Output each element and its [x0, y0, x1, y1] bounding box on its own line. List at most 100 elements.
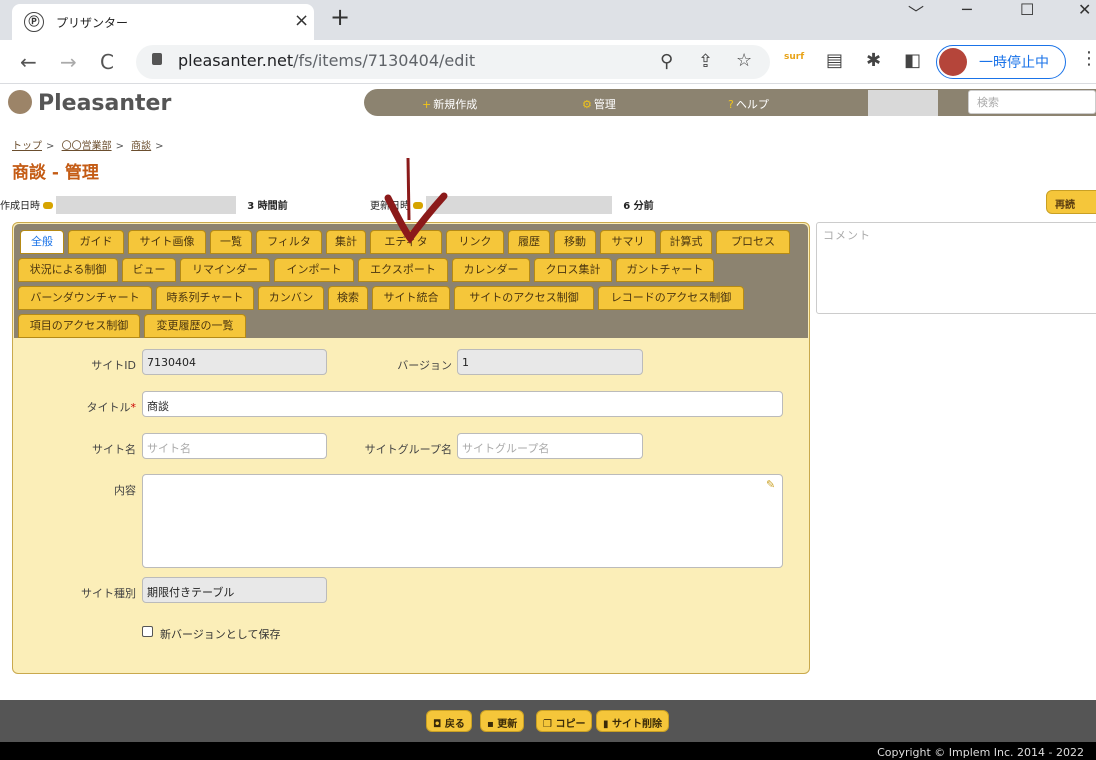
update-button[interactable]: ▪ 更新	[480, 710, 525, 732]
browser-toolbar: ← → C pleasanter.net/fs/items/7130404/ed…	[0, 40, 1096, 84]
tab-process[interactable]: プロセス	[716, 230, 790, 254]
new-version-label[interactable]: 新バージョンとして保存	[160, 626, 280, 642]
tab-close-icon[interactable]: ×	[294, 10, 309, 31]
gear-icon: ⚙	[582, 98, 592, 111]
updated-user-redacted	[426, 196, 612, 214]
tab-timeseries[interactable]: 時系列チャート	[156, 286, 254, 310]
extensions-puzzle-icon[interactable]: ✱	[866, 50, 881, 71]
tab-filter[interactable]: フィルタ	[256, 230, 322, 254]
zoom-icon[interactable]: ⚲	[660, 51, 673, 72]
maximize-icon[interactable]: ☐	[1020, 0, 1034, 19]
site-group-field[interactable]: サイトグループ名	[457, 433, 643, 459]
tab-gantt[interactable]: ガントチャート	[616, 258, 714, 282]
tab-import[interactable]: インポート	[274, 258, 354, 282]
reload-icon[interactable]: C	[100, 50, 114, 74]
tab-record-access[interactable]: レコードのアクセス制御	[598, 286, 744, 310]
tab-burndown[interactable]: バーンダウンチャート	[18, 286, 152, 310]
pencil-icon[interactable]: ✎	[766, 478, 775, 491]
menu-help[interactable]: ? ヘルプ	[728, 96, 769, 112]
tab-editor[interactable]: エディタ	[370, 230, 442, 254]
url-host: pleasanter.net	[178, 51, 294, 70]
breadcrumb-dept[interactable]: 〇〇営業部	[62, 141, 112, 152]
tab-reminder[interactable]: リマインダー	[180, 258, 270, 282]
user-icon	[43, 202, 53, 209]
search-input[interactable]: 検索	[968, 90, 1096, 114]
tab-calendar[interactable]: カレンダー	[452, 258, 530, 282]
bookmark-star-icon[interactable]: ☆	[736, 50, 752, 71]
avatar	[939, 48, 967, 76]
tab-site-image[interactable]: サイト画像	[128, 230, 206, 254]
tab-site-access[interactable]: サイトのアクセス制御	[454, 286, 594, 310]
tab-export[interactable]: エクスポート	[358, 258, 448, 282]
tab-index[interactable]: 一覧	[210, 230, 252, 254]
tab-crosstab[interactable]: クロス集計	[534, 258, 612, 282]
trash-icon: ▮	[603, 719, 612, 730]
version-field: 1	[457, 349, 643, 375]
back-icon: ◘	[433, 719, 445, 730]
tab-change-history[interactable]: 変更履歴の一覧	[144, 314, 246, 338]
content-label: 内容	[114, 484, 136, 497]
logo-icon	[8, 90, 32, 114]
breadcrumb-sep: >	[46, 141, 55, 152]
tab-search-chevron-icon[interactable]: ﹀	[908, 0, 924, 24]
window-close-icon[interactable]: ✕	[1078, 0, 1091, 19]
address-bar[interactable]: pleasanter.net/fs/items/7130404/edit ⚲ ⇪…	[136, 45, 770, 79]
comment-box[interactable]: コメント	[816, 222, 1096, 314]
tab-link[interactable]: リンク	[446, 230, 504, 254]
created-info: 作成日時 3 時間前	[0, 196, 288, 214]
copy-button[interactable]: ❐ コピー	[536, 710, 593, 732]
tab-formula[interactable]: 計算式	[660, 230, 712, 254]
delete-site-button[interactable]: ▮ サイト削除	[596, 710, 669, 732]
tab-guide[interactable]: ガイド	[68, 230, 124, 254]
logo-text: Pleasanter	[38, 91, 172, 116]
site-group-placeholder: サイトグループ名	[462, 442, 550, 455]
tab-status-control[interactable]: 状況による制御	[18, 258, 118, 282]
browser-tab[interactable]: Ⓟ プリザンター ×	[12, 4, 314, 40]
browser-tab-title: プリザンター	[56, 16, 129, 30]
surf-extension-icon[interactable]: surf	[784, 52, 804, 62]
site-group-label: サイトグループ名	[364, 443, 452, 456]
reload-button[interactable]: 再読	[1046, 190, 1096, 214]
tab-general[interactable]: 全般	[20, 230, 64, 254]
breadcrumb-deals[interactable]: 商談	[131, 141, 151, 152]
side-panel-icon[interactable]: ◧	[904, 50, 921, 71]
menu-new[interactable]: + 新規作成	[422, 96, 477, 112]
profile-paused-button[interactable]: 一時停止中	[936, 45, 1066, 79]
site-name-label: サイト名	[92, 443, 136, 456]
menu-manage[interactable]: ⚙ 管理	[582, 96, 616, 112]
new-tab-button[interactable]: +	[330, 3, 350, 31]
breadcrumb-top[interactable]: トップ	[12, 141, 42, 152]
site-id-field: 7130404	[142, 349, 327, 375]
title-label-text: タイトル	[86, 401, 131, 414]
tab-summary[interactable]: サマリ	[600, 230, 656, 254]
tab-column-access[interactable]: 項目のアクセス制御	[18, 314, 140, 338]
new-version-checkbox[interactable]	[142, 626, 153, 637]
tab-aggregate[interactable]: 集計	[326, 230, 366, 254]
updated-label: 更新日時	[370, 201, 410, 212]
menu-manage-label: 管理	[593, 98, 616, 111]
url-text: pleasanter.net/fs/items/7130404/edit	[178, 51, 475, 70]
minimize-icon[interactable]: ─	[962, 0, 972, 19]
forward-icon[interactable]: →	[60, 50, 77, 74]
tab-search[interactable]: 検索	[328, 286, 368, 310]
share-icon[interactable]: ⇪	[698, 51, 713, 72]
tab-site-integration[interactable]: サイト統合	[372, 286, 450, 310]
pleasanter-logo[interactable]: Pleasanter	[8, 90, 171, 116]
reader-icon[interactable]: ▤	[826, 50, 843, 71]
browser-menu-icon[interactable]: ⋮	[1080, 48, 1096, 69]
content-field[interactable]	[142, 474, 783, 568]
back-button[interactable]: ◘ 戻る	[426, 710, 472, 732]
tab-kanban[interactable]: カンバン	[258, 286, 324, 310]
site-id-label: サイトID	[91, 359, 136, 372]
created-value: 3 時間前	[247, 201, 288, 212]
title-field[interactable]: 商談	[142, 391, 783, 417]
user-menu[interactable]	[868, 90, 938, 116]
site-name-field[interactable]: サイト名	[142, 433, 327, 459]
tab-history[interactable]: 履歴	[508, 230, 550, 254]
tab-view[interactable]: ビュー	[122, 258, 176, 282]
pleasanter-favicon-icon: Ⓟ	[24, 12, 44, 32]
back-icon[interactable]: ←	[20, 50, 37, 74]
delete-label: サイト削除	[611, 719, 662, 730]
tab-move[interactable]: 移動	[554, 230, 596, 254]
url-path: /fs/items/7130404/edit	[293, 51, 476, 70]
